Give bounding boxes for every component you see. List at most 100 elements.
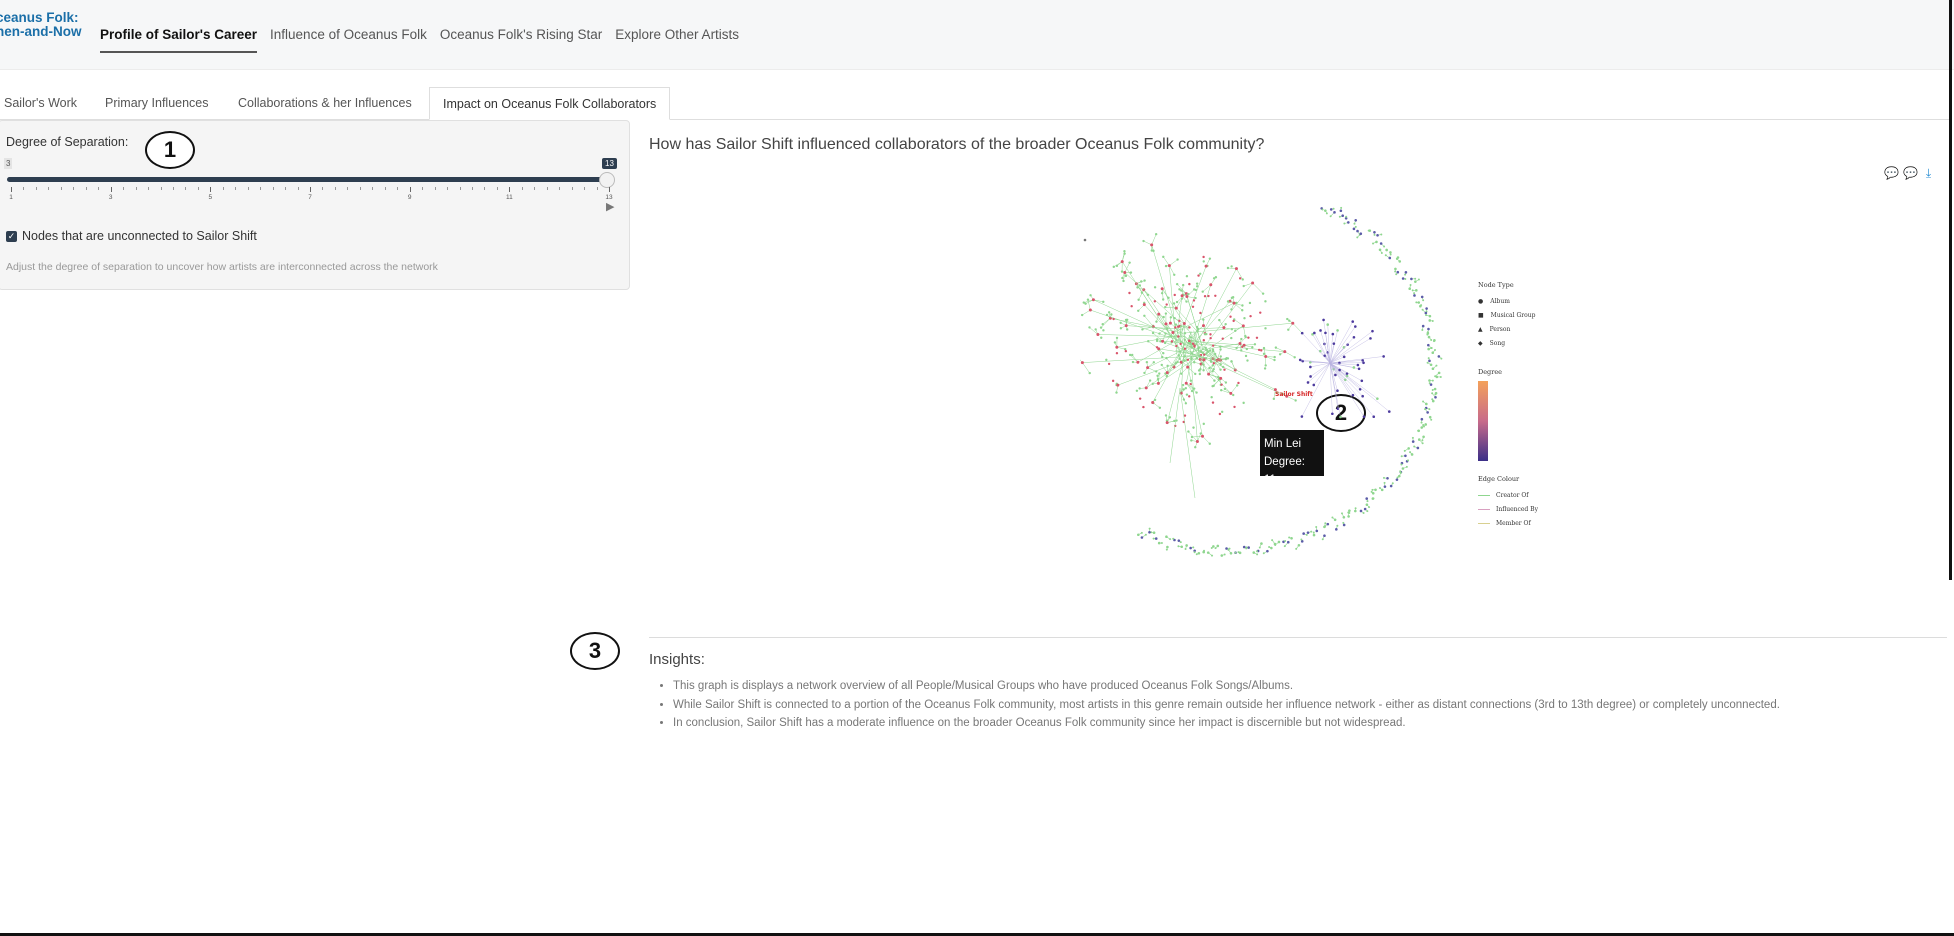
graph-node[interactable]: [1396, 270, 1400, 274]
graph-node[interactable]: [1283, 350, 1287, 354]
graph-node[interactable]: [1241, 304, 1244, 307]
graph-node[interactable]: [1180, 372, 1183, 375]
graph-node[interactable]: [1380, 252, 1383, 255]
graph-node[interactable]: [1211, 401, 1215, 404]
graph-node[interactable]: [1096, 332, 1100, 336]
comment-icon[interactable]: 💬: [1884, 167, 1899, 180]
graph-node[interactable]: [1339, 209, 1343, 213]
graph-node[interactable]: [1212, 350, 1215, 353]
graph-node[interactable]: [1240, 349, 1243, 352]
graph-node[interactable]: [1362, 361, 1365, 365]
graph-node[interactable]: [1410, 453, 1414, 456]
graph-node[interactable]: [1363, 507, 1367, 511]
graph-node[interactable]: [1428, 408, 1431, 411]
graph-node[interactable]: [1124, 349, 1128, 353]
graph-node[interactable]: [1174, 326, 1177, 329]
graph-node[interactable]: [1203, 353, 1206, 356]
graph-node[interactable]: [1428, 379, 1431, 382]
graph-node[interactable]: [1425, 402, 1428, 406]
graph-node[interactable]: [1308, 360, 1312, 364]
graph-node[interactable]: [1431, 389, 1434, 392]
graph-node[interactable]: [1088, 308, 1092, 312]
graph-node[interactable]: [1173, 273, 1176, 276]
graph-node[interactable]: [1174, 323, 1178, 326]
graph-node[interactable]: [1351, 393, 1355, 397]
graph-node[interactable]: [1220, 554, 1224, 557]
graph-node[interactable]: [1138, 387, 1141, 390]
graph-node[interactable]: [1422, 435, 1425, 439]
graph-node[interactable]: [1353, 222, 1356, 225]
graph-node[interactable]: [1195, 391, 1198, 394]
graph-node[interactable]: [1230, 265, 1233, 268]
graph-node[interactable]: [1411, 289, 1414, 292]
graph-node[interactable]: [1253, 343, 1257, 346]
graph-node[interactable]: [1201, 324, 1205, 328]
graph-node[interactable]: [1277, 540, 1281, 544]
graph-node[interactable]: [1334, 373, 1337, 377]
graph-node[interactable]: [1401, 467, 1405, 470]
graph-node[interactable]: [1088, 371, 1091, 375]
graph-node[interactable]: [1309, 375, 1312, 378]
graph-node[interactable]: [1257, 348, 1261, 352]
graph-node[interactable]: [1368, 506, 1371, 509]
graph-node[interactable]: [1287, 328, 1290, 331]
nav-explore-other-artists[interactable]: Explore Other Artists: [615, 27, 739, 53]
nav-oceanus-folks-rising-star[interactable]: Oceanus Folk's Rising Star: [440, 27, 602, 53]
graph-node[interactable]: [1422, 400, 1425, 403]
graph-node[interactable]: [1225, 357, 1228, 360]
graph-node[interactable]: [1238, 342, 1242, 346]
graph-node[interactable]: [1183, 347, 1187, 350]
graph-node[interactable]: [1153, 300, 1157, 303]
graph-node[interactable]: [1387, 410, 1391, 413]
graph-node[interactable]: [1119, 327, 1123, 330]
graph-node[interactable]: [1176, 258, 1179, 261]
graph-node[interactable]: [1197, 346, 1200, 349]
graph-node[interactable]: [1428, 382, 1431, 385]
graph-node[interactable]: [1158, 332, 1161, 335]
graph-node[interactable]: [1230, 308, 1233, 311]
graph-node[interactable]: [1415, 301, 1418, 304]
graph-node[interactable]: [1356, 229, 1359, 233]
graph-node[interactable]: [1298, 358, 1302, 362]
graph-node[interactable]: [1354, 325, 1357, 328]
graph-node[interactable]: [1305, 533, 1308, 536]
graph-node[interactable]: [1190, 346, 1194, 349]
graph-node[interactable]: [1199, 350, 1203, 354]
graph-node[interactable]: [1185, 295, 1189, 299]
graph-node[interactable]: [1291, 321, 1295, 325]
graph-node[interactable]: [1241, 345, 1244, 349]
graph-node[interactable]: [1261, 292, 1265, 295]
graph-node[interactable]: [1324, 209, 1327, 212]
graph-node[interactable]: [1431, 379, 1434, 382]
graph-node[interactable]: [1395, 478, 1399, 481]
graph-node[interactable]: [1230, 360, 1233, 363]
graph-node[interactable]: [1270, 546, 1273, 550]
graph-node[interactable]: [1260, 542, 1263, 545]
graph-node[interactable]: [1199, 311, 1202, 315]
graph-node[interactable]: [1185, 393, 1189, 396]
graph-node[interactable]: [1338, 368, 1341, 372]
graph-node[interactable]: [1164, 414, 1168, 417]
graph-node[interactable]: [1173, 293, 1176, 297]
graph-node[interactable]: [1331, 332, 1335, 336]
graph-node[interactable]: [1223, 553, 1226, 556]
graph-node[interactable]: [1172, 537, 1175, 540]
graph-node[interactable]: [1262, 552, 1265, 555]
play-animation-icon[interactable]: ▶: [606, 200, 614, 213]
graph-node[interactable]: [1300, 331, 1304, 335]
graph-node[interactable]: [1323, 534, 1326, 538]
graph-node[interactable]: [1346, 343, 1349, 346]
graph-node[interactable]: [1194, 296, 1197, 300]
graph-node[interactable]: [1209, 336, 1212, 340]
graph-node[interactable]: [1172, 302, 1176, 305]
graph-node[interactable]: [1391, 482, 1394, 485]
graph-node[interactable]: [1385, 249, 1388, 252]
graph-node[interactable]: [1371, 329, 1374, 333]
graph-node[interactable]: [1080, 361, 1084, 365]
graph-node[interactable]: [1354, 509, 1357, 513]
graph-node[interactable]: [1152, 537, 1155, 540]
graph-node[interactable]: [1372, 242, 1375, 245]
graph-node[interactable]: [1243, 316, 1246, 320]
graph-node[interactable]: [1232, 319, 1235, 323]
graph-node[interactable]: [1425, 314, 1428, 317]
